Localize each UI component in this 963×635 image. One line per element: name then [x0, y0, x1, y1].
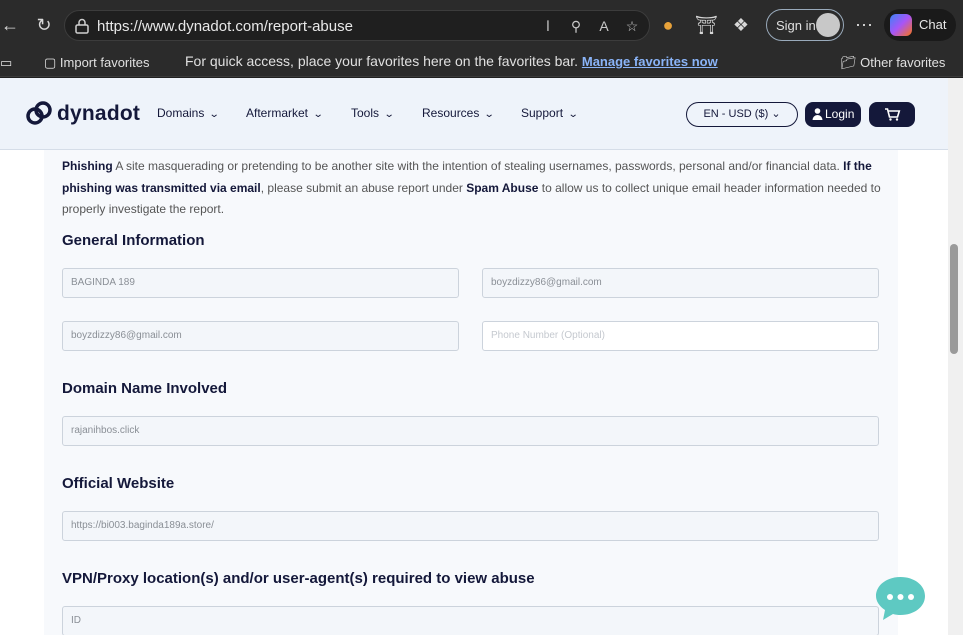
nav-support[interactable]: Support ⌄ — [521, 106, 579, 120]
cart-button[interactable] — [869, 102, 915, 127]
avatar — [816, 13, 840, 37]
site-header: dynadot Domains ⌄ Aftermarket ⌄ Tools ⌄ Res… — [0, 78, 948, 150]
chevron-down-icon: ⌄ — [771, 108, 781, 120]
scrollbar-thumb[interactable] — [950, 244, 958, 354]
nav-domains-label: Domains — [157, 106, 205, 120]
sign-in-button[interactable]: Sign in — [766, 9, 844, 41]
language-currency-label: EN - USD ($) — [703, 108, 769, 120]
read-aloud-icon[interactable]: A — [595, 17, 613, 35]
chevron-down-icon: ⌄ — [383, 109, 395, 120]
phone-input[interactable]: Phone Number (Optional) — [482, 321, 879, 351]
live-chat-icon[interactable] — [874, 575, 927, 621]
favorites-bar-message: For quick access, place your favorites h… — [185, 53, 718, 69]
chevron-down-icon: ⌄ — [312, 109, 324, 120]
extension-icon[interactable]: ● — [658, 15, 678, 35]
vpn-proxy-input[interactable]: ID — [62, 606, 879, 635]
copilot-icon — [890, 14, 912, 36]
login-label: Login — [825, 107, 855, 121]
nav-tools[interactable]: Tools ⌄ — [351, 106, 395, 120]
nav-tools-label: Tools — [351, 106, 380, 120]
user-icon — [812, 108, 823, 120]
zoom-icon[interactable]: ⚲ — [567, 17, 585, 35]
other-favorites-label: Other favorites — [860, 55, 946, 70]
language-currency-selector[interactable]: EN - USD ($) ⌄ — [686, 102, 798, 127]
general-information-heading: General Information — [62, 232, 205, 249]
vpn-proxy-heading: VPN/Proxy location(s) and/or user-agent(… — [62, 570, 535, 587]
brand-name: dynadot — [57, 102, 141, 125]
chevron-down-icon: ⌄ — [567, 109, 579, 120]
copilot-chat-button[interactable]: Chat — [884, 9, 956, 41]
back-icon[interactable]: ← — [0, 15, 20, 35]
domain-name-heading: Domain Name Involved — [62, 380, 228, 397]
email-input[interactable]: boyzdizzy86@gmail.com — [482, 268, 879, 298]
phishing-text-1: A site masquerading or pretending to be … — [112, 159, 844, 173]
translate-icon[interactable]: ا — [539, 17, 557, 35]
import-favorites-item[interactable]: ▢ Import favorites — [44, 55, 150, 71]
official-website-input[interactable]: https://bi003.baginda189a.store/ — [62, 511, 879, 541]
page-scrollbar[interactable] — [948, 78, 963, 635]
domain-input[interactable]: rajanihbos.click — [62, 416, 879, 446]
confirm-email-input[interactable]: boyzdizzy86@gmail.com — [62, 321, 459, 351]
site-info-icon[interactable] — [73, 17, 91, 35]
url-text[interactable]: https://www.dynadot.com/report-abuse — [97, 18, 353, 35]
chat-label: Chat — [919, 17, 947, 32]
shield-icon[interactable]: ⛩ — [695, 15, 718, 35]
nav-resources[interactable]: Resources ⌄ — [422, 106, 496, 120]
extensions-puzzle-icon[interactable]: ❖ — [731, 15, 751, 35]
nav-aftermarket-label: Aftermarket — [246, 106, 309, 120]
report-abuse-form: Phishing A site masquerading or pretendi… — [44, 150, 898, 635]
browser-toolbar: ← ↻ https://www.dynadot.com/report-abuse… — [0, 0, 963, 50]
cart-icon — [885, 108, 901, 121]
address-bar[interactable]: https://www.dynadot.com/report-abuse ا ⚲… — [64, 10, 650, 41]
official-website-heading: Official Website — [62, 475, 175, 492]
phishing-description: Phishing A site masquerading or pretendi… — [62, 156, 884, 221]
favorites-bar: ▭ ▢ Import favorites For quick access, p… — [0, 50, 963, 77]
web-page: dynadot Domains ⌄ Aftermarket ⌄ Tools ⌄ Res… — [0, 78, 948, 635]
refresh-icon[interactable]: ↻ — [34, 15, 54, 35]
nav-domains[interactable]: Domains ⌄ — [157, 106, 221, 120]
other-favorites-item[interactable]: 📁︎ Other favorites — [840, 55, 945, 71]
chevron-down-icon: ⌄ — [209, 109, 221, 120]
favorites-message-text: For quick access, place your favorites h… — [185, 53, 578, 69]
login-button[interactable]: Login — [805, 102, 861, 127]
name-input[interactable]: BAGINDA 189 — [62, 268, 459, 298]
nav-resources-label: Resources — [422, 106, 480, 120]
sign-in-label: Sign in — [776, 18, 816, 33]
import-favorites-label: Import favorites — [59, 55, 150, 70]
phishing-term: Phishing — [62, 159, 113, 173]
chevron-down-icon: ⌄ — [484, 109, 496, 120]
dynadot-logo-icon — [26, 101, 52, 125]
sidebar-toggle-icon[interactable]: ▭ — [0, 55, 12, 71]
nav-support-label: Support — [521, 106, 564, 120]
phishing-text-2: , please submit an abuse report under — [260, 180, 467, 195]
phishing-bold-2: Spam Abuse — [466, 180, 539, 195]
manage-favorites-link[interactable]: Manage favorites now — [582, 54, 718, 69]
more-options-icon[interactable]: ⋯ — [854, 15, 874, 35]
nav-aftermarket[interactable]: Aftermarket ⌄ — [246, 106, 324, 120]
favorite-star-icon[interactable]: ☆ — [623, 17, 641, 35]
